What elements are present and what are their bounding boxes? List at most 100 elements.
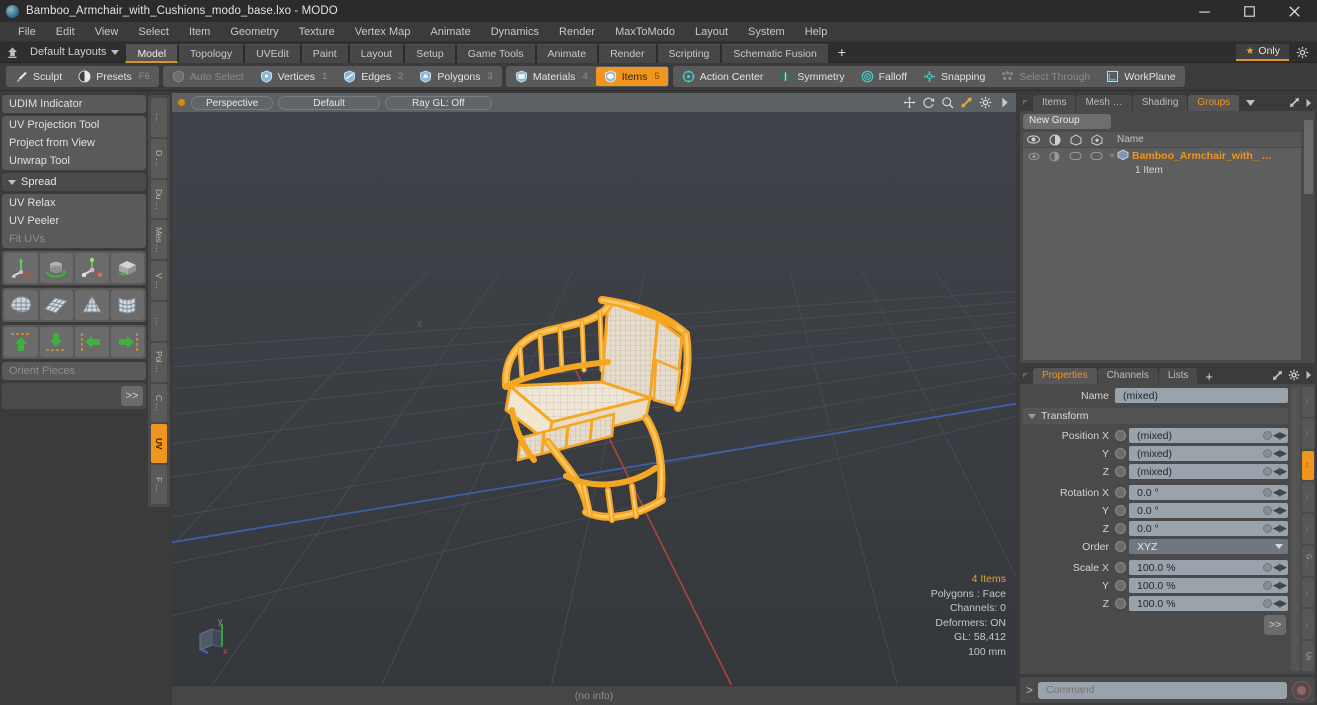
spread-section-header[interactable]: Spread [2,173,146,191]
property-channel-toggle[interactable] [1115,487,1126,498]
minimize-button[interactable] [1182,0,1227,22]
pan-icon[interactable] [903,96,916,109]
project-from-view-button[interactable]: Project from View [2,134,146,152]
menu-item-render[interactable]: Render [549,22,605,42]
viewport-shading-dropdown[interactable]: Default [278,95,380,110]
property-animate-dot[interactable] [1263,599,1272,608]
mode-button-workplane[interactable]: WorkPlane [1098,67,1183,86]
menu-item-geometry[interactable]: Geometry [220,22,288,42]
uv-scale-tool-icon[interactable] [75,253,109,283]
property-animate-dot[interactable] [1263,488,1272,497]
property-channel-toggle[interactable] [1115,466,1126,477]
close-button[interactable] [1272,0,1317,22]
mode-button-symmetry[interactable]: Symmetry [771,67,852,86]
expand-icon[interactable] [1272,370,1283,384]
pane-tab-groups[interactable]: Groups [1188,95,1240,111]
property-channel-toggle[interactable] [1115,541,1126,552]
mode-button-edges[interactable]: Edges 2 [335,67,411,86]
property-animate-dot[interactable] [1263,581,1272,590]
mode-button-sculpt[interactable]: Sculpt [7,67,70,86]
pane-tab-shading[interactable]: Shading [1132,95,1188,111]
menu-item-edit[interactable]: Edit [46,22,85,42]
menu-item-select[interactable]: Select [128,22,179,42]
left-vtab-8[interactable]: UV [151,424,167,464]
menu-item-vertex-map[interactable]: Vertex Map [345,22,421,42]
add-tab-button[interactable]: + [829,43,855,62]
mode-button-polygons[interactable]: Polygons 3 [411,67,501,86]
property-value-field[interactable]: 100.0 % ◀|▶ [1129,560,1288,575]
layout-tab-animate[interactable]: Animate [535,43,599,63]
property-channel-toggle[interactable] [1115,523,1126,534]
left-vtab-9[interactable]: F … [151,465,167,504]
chevron-right-icon[interactable] [1305,370,1312,383]
layout-tab-layout[interactable]: Layout [348,43,405,63]
eye-icon[interactable] [1023,135,1044,144]
menu-item-animate[interactable]: Animate [420,22,480,42]
only-toggle-button[interactable]: ★ Only [1236,43,1289,61]
mode-button-select-through[interactable]: Select Through [993,67,1098,86]
property-stepper-arrows[interactable]: ◀|▶ [1273,562,1287,573]
expand-row-icon[interactable]: + [1107,151,1117,162]
mode-button-vertices[interactable]: Vertices 1 [252,67,336,86]
gear-icon[interactable] [979,96,992,109]
property-value-field[interactable]: (mixed) ◀|▶ [1129,464,1288,479]
groups-scrollbar[interactable] [1304,114,1313,360]
viewport-raygl-dropdown[interactable]: Ray GL: Off [384,95,492,110]
property-animate-dot[interactable] [1263,467,1272,476]
maximize-button[interactable] [1227,0,1272,22]
property-value-field[interactable]: 0.0 ° ◀|▶ [1129,521,1288,536]
property-value-field[interactable]: (mixed) ◀|▶ [1129,446,1288,461]
default-layouts-dropdown[interactable]: Default Layouts [24,46,125,58]
rotate-icon[interactable] [922,96,935,109]
menu-item-layout[interactable]: Layout [685,22,738,42]
menu-item-view[interactable]: View [85,22,129,42]
property-channel-toggle[interactable] [1115,505,1126,516]
properties-vtab-6[interactable]: … [1302,577,1314,608]
property-value-field[interactable]: (mixed) ◀|▶ [1129,428,1288,443]
uv-peeler-button[interactable]: UV Peeler [2,212,146,230]
bamboo-armchair-wireframe[interactable] [490,290,710,530]
uv-relax-button[interactable]: UV Relax [2,194,146,212]
menu-item-item[interactable]: Item [179,22,220,42]
home-icon[interactable] [0,46,24,59]
layout-tab-scripting[interactable]: Scripting [656,43,722,63]
property-animate-dot[interactable] [1263,563,1272,572]
property-stepper-arrows[interactable]: ◀|▶ [1273,487,1287,498]
left-vtab-0[interactable]: … [151,98,167,137]
viewport-3d[interactable]: x y x 4 Items Polygons: Face Channels: … [172,112,1016,685]
property-channel-toggle[interactable] [1115,598,1126,609]
layout-tab-uvedit[interactable]: UVEdit [244,43,301,63]
layout-tab-game-tools[interactable]: Game Tools [455,43,536,63]
row-wireframe-toggle[interactable] [1065,151,1086,161]
mode-button-falloff[interactable]: Falloff [853,67,915,86]
pane-tab-mesh-[interactable]: Mesh … [1076,95,1132,111]
property-animate-dot[interactable] [1263,506,1272,515]
properties-more-button[interactable]: >> [1264,615,1286,635]
layout-tab-schematic-fusion[interactable]: Schematic Fusion [721,43,829,63]
property-value-field[interactable]: 0.0 ° ◀|▶ [1129,503,1288,518]
property-animate-dot[interactable] [1263,449,1272,458]
shading-icon[interactable] [1086,133,1107,146]
menu-item-help[interactable]: Help [795,22,838,42]
pane-tab-items[interactable]: Items [1033,95,1076,111]
properties-vtab-1[interactable]: … [1302,418,1314,449]
property-channel-toggle[interactable] [1115,562,1126,573]
properties-vtab-5[interactable]: G … [1302,545,1314,576]
property-value-field[interactable]: 100.0 % ◀|▶ [1129,596,1288,611]
viewport-active-dot[interactable] [177,98,186,107]
uv-align-down-icon[interactable] [39,327,73,357]
menu-item-dynamics[interactable]: Dynamics [481,22,549,42]
mode-button-auto-select[interactable]: Auto Select [164,67,252,86]
expand-icon[interactable] [1289,97,1300,111]
property-stepper-arrows[interactable]: ◀|▶ [1273,598,1287,609]
menu-item-system[interactable]: System [738,22,795,42]
uv-cylinder-map-icon[interactable] [110,290,144,320]
left-vtab-1[interactable]: D … [151,138,167,178]
mode-button-items[interactable]: Items 5 [595,67,668,86]
layout-tab-render[interactable]: Render [598,43,657,63]
layout-tab-model[interactable]: Model [125,43,179,63]
menu-item-texture[interactable]: Texture [289,22,345,42]
layout-tab-setup[interactable]: Setup [404,43,456,63]
chevron-right-icon[interactable] [1305,98,1312,111]
left-vtab-5[interactable]: … [151,301,167,341]
